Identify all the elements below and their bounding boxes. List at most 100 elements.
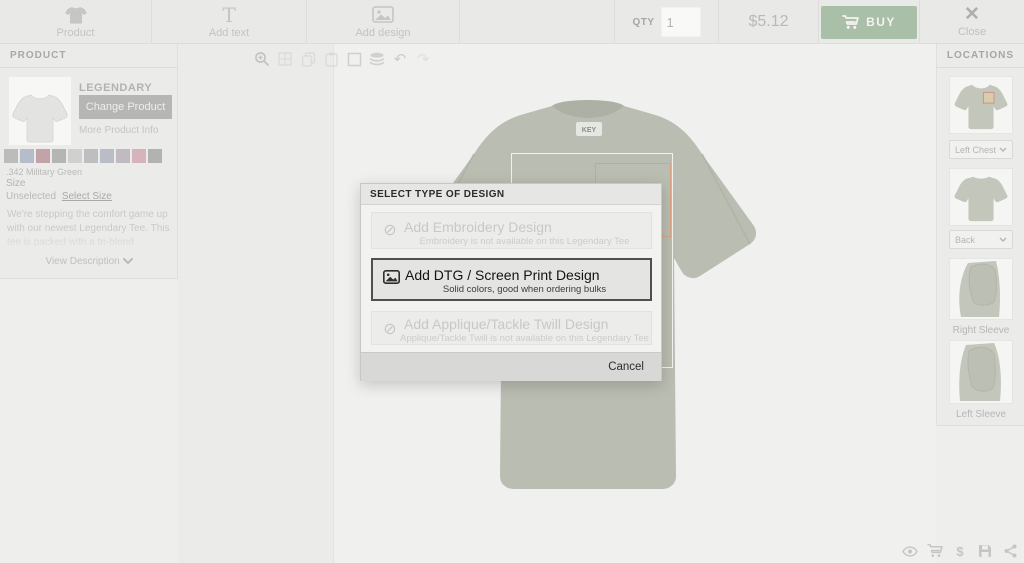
color-swatch[interactable] bbox=[52, 149, 66, 163]
share-icon[interactable] bbox=[1002, 543, 1018, 559]
left-sleeve-view bbox=[959, 343, 1001, 401]
chevron-down-icon bbox=[999, 147, 1007, 152]
color-swatch[interactable] bbox=[20, 149, 34, 163]
paste-icon[interactable] bbox=[323, 50, 339, 68]
color-swatch[interactable] bbox=[116, 149, 130, 163]
layers-icon[interactable] bbox=[369, 50, 385, 68]
right-sleeve-view bbox=[959, 261, 1000, 317]
view-description-link[interactable]: View Description bbox=[0, 256, 178, 267]
select-size-link[interactable]: Select Size bbox=[62, 191, 112, 202]
price-value: $5.12 bbox=[748, 13, 789, 30]
description-fade bbox=[7, 236, 172, 251]
add-text-label: Add text bbox=[208, 26, 250, 39]
change-product-button[interactable]: Change Product bbox=[79, 95, 172, 119]
redo-icon[interactable]: ↷ bbox=[415, 50, 431, 68]
dtg-option-subtitle: Solid colors, good when ordering bulks bbox=[442, 284, 607, 295]
applique-option-subtitle: Applique/Tackle Twill is not available o… bbox=[400, 333, 649, 344]
selected-color-name: .342 Military Green bbox=[6, 167, 83, 177]
close-button[interactable]: ✕ Close bbox=[920, 0, 1024, 44]
add-design-button[interactable]: Add design bbox=[307, 0, 460, 44]
locations-panel: LOCATIONS Left Chest Back Right Sleeve L… bbox=[936, 44, 1024, 426]
qty-input[interactable] bbox=[660, 7, 701, 37]
select-design-type-modal: SELECT TYPE OF DESIGN ⊘ Add Embroidery D… bbox=[360, 183, 662, 381]
chevron-down-icon bbox=[122, 258, 133, 265]
copy-icon[interactable] bbox=[300, 50, 316, 68]
location-thumb-right-sleeve[interactable] bbox=[949, 258, 1013, 320]
modal-title: SELECT TYPE OF DESIGN bbox=[361, 184, 661, 205]
save-icon[interactable] bbox=[977, 543, 993, 559]
view-description-label: View Description bbox=[45, 256, 120, 267]
color-swatches bbox=[4, 149, 162, 163]
image-icon bbox=[372, 6, 394, 24]
add-embroidery-option[interactable]: ⊘ Add Embroidery Design Embroidery is no… bbox=[371, 212, 652, 249]
add-text-button[interactable]: T Add text bbox=[152, 0, 307, 44]
add-applique-option[interactable]: ⊘ Add Applique/Tackle Twill Design Appli… bbox=[371, 311, 652, 345]
buy-label: BUY bbox=[866, 15, 896, 29]
product-panel-title: PRODUCT bbox=[0, 44, 177, 68]
color-swatch[interactable] bbox=[36, 149, 50, 163]
modal-footer: Cancel bbox=[361, 352, 661, 381]
close-label: Close bbox=[957, 25, 987, 38]
size-value: Unselected bbox=[6, 191, 57, 202]
toolbar-spacer bbox=[460, 0, 615, 44]
dtg-option-title: Add DTG / Screen Print Design bbox=[405, 267, 600, 283]
product-panel: PRODUCT LEGENDARY TEE Change Product Mor… bbox=[0, 44, 178, 279]
product-tool-label: Product bbox=[56, 26, 95, 39]
location-thumb-left-chest[interactable] bbox=[949, 76, 1013, 134]
location-select-left-chest-value: Left Chest bbox=[955, 144, 997, 155]
price-dollar-icon[interactable]: $ bbox=[952, 543, 968, 559]
embroidery-option-title: Add Embroidery Design bbox=[404, 219, 552, 235]
left-chest-tee bbox=[954, 84, 1008, 130]
cart-icon[interactable] bbox=[927, 543, 943, 559]
color-swatch[interactable] bbox=[68, 149, 82, 163]
size-row: Unselected Select Size bbox=[6, 191, 112, 202]
location-thumb-left-sleeve[interactable] bbox=[949, 340, 1013, 404]
color-swatch[interactable] bbox=[4, 149, 18, 163]
close-icon: ✕ bbox=[964, 3, 980, 25]
location-select-back[interactable]: Back bbox=[949, 230, 1013, 249]
canvas-action-bar: $ bbox=[902, 543, 1018, 559]
back-tee bbox=[954, 176, 1008, 222]
left-chest-design-marker bbox=[982, 91, 995, 104]
neck-tag-text: KEY bbox=[582, 127, 597, 134]
canvas-toolbar: ↶ ↷ bbox=[254, 48, 431, 70]
not-available-icon: ⊘ bbox=[383, 321, 397, 338]
color-swatch[interactable] bbox=[148, 149, 162, 163]
location-select-left-chest[interactable]: Left Chest bbox=[949, 140, 1013, 159]
color-swatch[interactable] bbox=[100, 149, 114, 163]
buy-button[interactable]: BUY bbox=[821, 5, 917, 39]
add-dtg-option[interactable]: Add DTG / Screen Print Design Solid colo… bbox=[371, 258, 652, 301]
locations-panel-title: LOCATIONS bbox=[937, 44, 1024, 68]
location-thumb-back[interactable] bbox=[949, 168, 1013, 226]
add-design-label: Add design bbox=[355, 26, 411, 39]
more-product-info-link[interactable]: More Product Info bbox=[79, 125, 158, 136]
text-icon: T bbox=[222, 2, 236, 27]
chevron-down-icon bbox=[999, 237, 1007, 242]
preview-eye-icon[interactable] bbox=[902, 543, 918, 559]
product-thumbnail-tee bbox=[12, 94, 68, 143]
cancel-button[interactable]: Cancel bbox=[608, 361, 644, 373]
location-label-left-sleeve: Left Sleeve bbox=[955, 409, 1007, 420]
qty-label: QTY bbox=[632, 16, 655, 28]
color-swatch[interactable] bbox=[84, 149, 98, 163]
frame-icon[interactable] bbox=[346, 50, 362, 68]
tshirt-icon bbox=[64, 6, 87, 24]
color-swatch[interactable] bbox=[132, 149, 146, 163]
location-label-right-sleeve: Right Sleeve bbox=[952, 325, 1010, 336]
image-icon bbox=[382, 268, 400, 286]
price-section: $5.12 bbox=[719, 0, 819, 44]
size-label: Size bbox=[6, 178, 26, 189]
buy-section: BUY bbox=[819, 0, 920, 44]
zoom-in-icon[interactable] bbox=[254, 50, 270, 68]
product-tool-button[interactable]: Product bbox=[0, 0, 152, 44]
not-available-icon: ⊘ bbox=[383, 222, 397, 239]
embroidery-option-subtitle: Embroidery is not available on this Lege… bbox=[419, 236, 630, 247]
top-toolbar: Product T Add text Add design QTY $5.12 … bbox=[0, 0, 1024, 44]
location-select-back-value: Back bbox=[955, 234, 976, 245]
grid-icon[interactable] bbox=[277, 50, 293, 68]
applique-option-title: Add Applique/Tackle Twill Design bbox=[404, 316, 609, 332]
undo-icon[interactable]: ↶ bbox=[392, 50, 408, 68]
product-thumbnail[interactable] bbox=[9, 77, 71, 145]
quantity-section: QTY bbox=[615, 0, 719, 44]
cart-icon bbox=[842, 14, 859, 29]
